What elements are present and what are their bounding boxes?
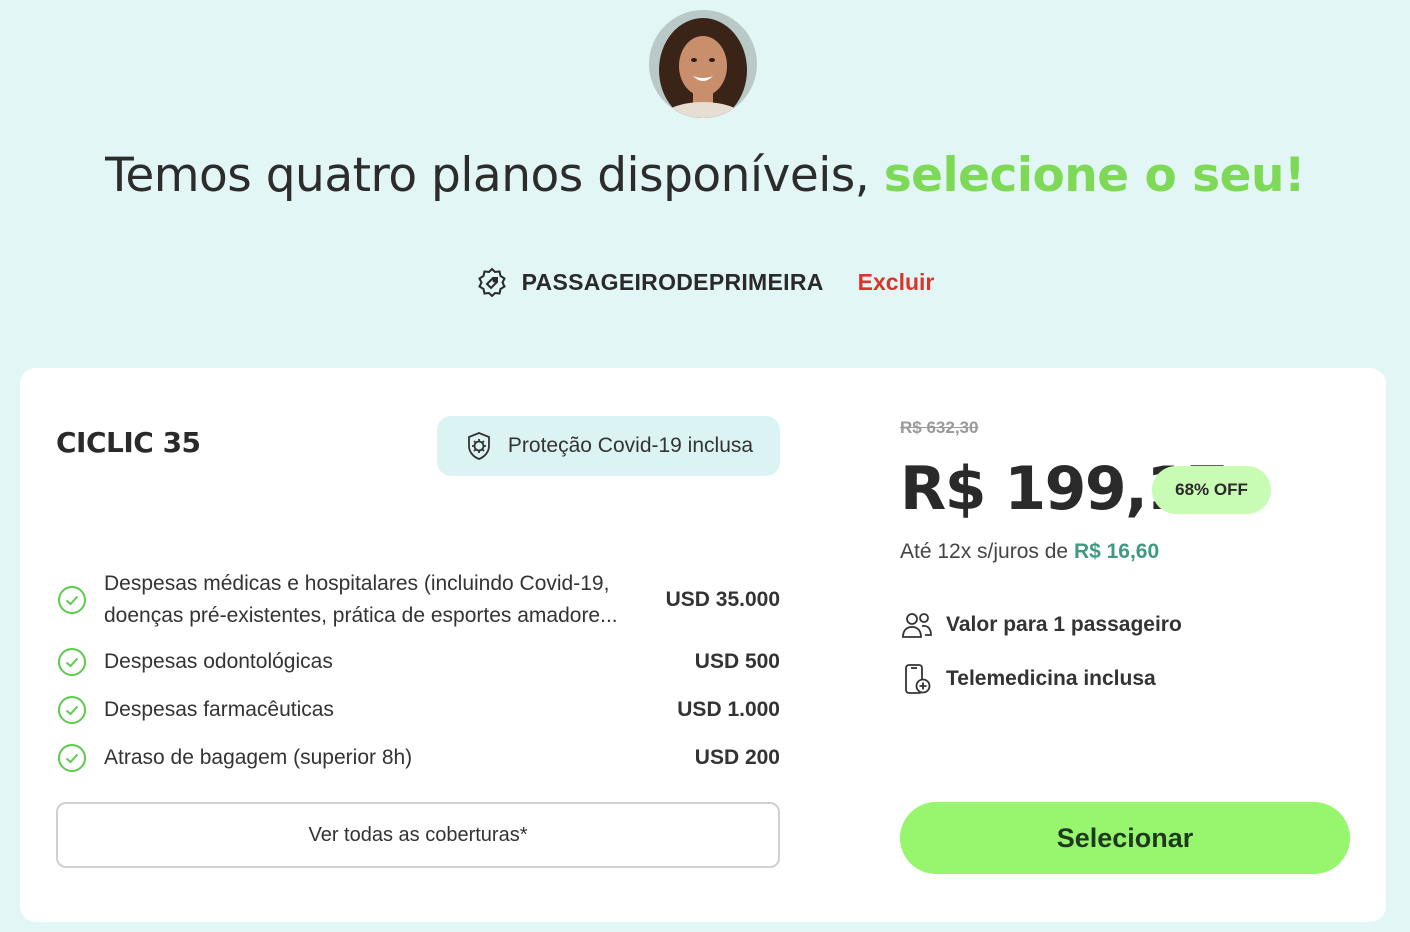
avatar bbox=[649, 10, 757, 118]
check-circle-icon bbox=[58, 586, 86, 614]
view-all-coverages-button[interactable]: Ver todas as coberturas* bbox=[56, 802, 780, 868]
coverage-value: USD 500 bbox=[694, 650, 780, 673]
coverage-label: Despesas odontológicas bbox=[104, 650, 333, 673]
coverage-label: Atraso de bagagem (superior 8h) bbox=[104, 746, 413, 769]
virus-shield-icon bbox=[464, 431, 494, 461]
coupon-code: PASSAGEIRODEPRIMEIRA bbox=[521, 268, 824, 295]
coverage-label: Despesas farmacêuticas bbox=[104, 698, 334, 721]
installments-value: R$ 16,60 bbox=[1073, 540, 1160, 563]
coverage-value: USD 35.000 bbox=[665, 588, 780, 611]
feature-telemedicine: Telemedicina inclusa bbox=[900, 662, 1156, 696]
check-circle-icon bbox=[58, 744, 86, 772]
list-item: Atraso de bagagem (superior 8h) USD 200 bbox=[56, 742, 780, 774]
feature-passengers: Valor para 1 passageiro bbox=[900, 608, 1182, 642]
discount-badge: 68% OFF bbox=[1152, 466, 1271, 514]
telemedicine-icon bbox=[900, 662, 934, 696]
list-item: Despesas odontológicas USD 500 bbox=[56, 646, 780, 678]
users-icon bbox=[900, 608, 934, 642]
coverage-value: USD 200 bbox=[694, 746, 780, 769]
installments: Até 12x s/juros de R$ 16,60 bbox=[900, 540, 1159, 564]
headline-accent: selecione o seu! bbox=[883, 148, 1306, 203]
coverage-value: USD 1.000 bbox=[677, 698, 780, 721]
feature-label: Telemedicina inclusa bbox=[946, 667, 1156, 690]
plan-card: CICLIC 35 Proteção Covid-19 inclusa Desp… bbox=[20, 368, 1386, 922]
plan-name: CICLIC 35 bbox=[56, 426, 201, 459]
feature-label: Valor para 1 passageiro bbox=[946, 613, 1182, 636]
check-circle-icon bbox=[58, 648, 86, 676]
covid-protection-badge: Proteção Covid-19 inclusa bbox=[437, 416, 780, 476]
coverage-label: Despesas médicas e hospitalares (incluin… bbox=[104, 572, 618, 627]
remove-coupon-button[interactable]: Excluir bbox=[858, 269, 935, 296]
check-circle-icon bbox=[58, 696, 86, 724]
installments-prefix: Até 12x s/juros de bbox=[900, 540, 1074, 563]
list-item: Despesas médicas e hospitalares (incluin… bbox=[56, 568, 780, 632]
select-plan-button[interactable]: Selecionar bbox=[900, 802, 1350, 874]
list-item: Despesas farmacêuticas USD 1.000 bbox=[56, 694, 780, 726]
coupon-row: PASSAGEIRODEPRIMEIRA Excluir bbox=[0, 266, 1410, 298]
headline-text: Temos quatro planos disponíveis, bbox=[105, 148, 870, 203]
covid-badge-label: Proteção Covid-19 inclusa bbox=[507, 434, 754, 457]
page-title: Temos quatro planos disponíveis, selecio… bbox=[0, 148, 1410, 203]
old-price: R$ 632,30 bbox=[900, 418, 979, 437]
tag-icon bbox=[476, 266, 508, 298]
